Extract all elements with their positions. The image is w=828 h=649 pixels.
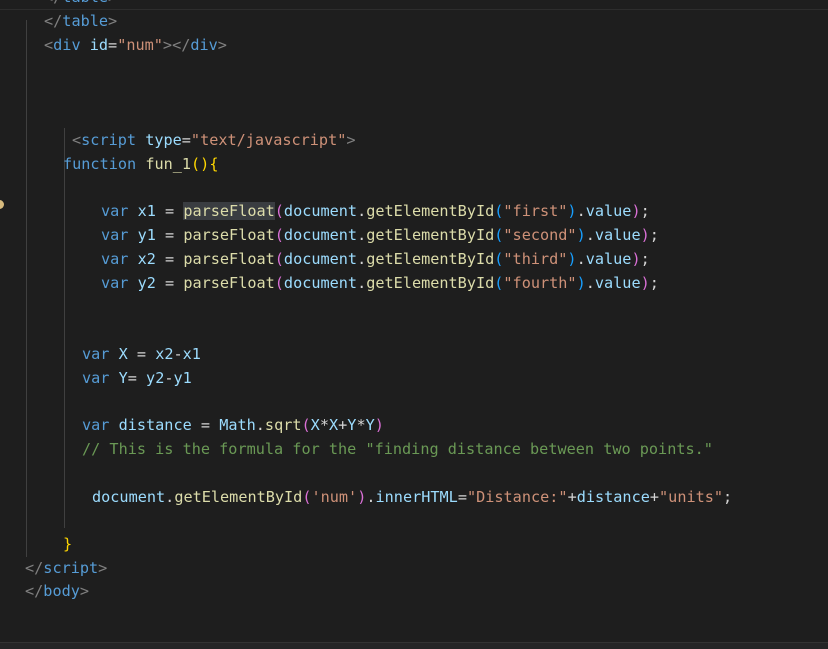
code-line-close-brace[interactable]: } — [63, 533, 72, 555]
code-line-clipped: </table> — [44, 0, 117, 6]
code-line-body-close[interactable]: </body> — [25, 580, 89, 602]
breakpoint-marker[interactable] — [0, 200, 4, 209]
code-line-var-X[interactable]: var X = x2-x1 — [82, 343, 201, 365]
code-line-var-Y[interactable]: var Y= y2-y1 — [82, 367, 192, 389]
code-line-var-distance[interactable]: var distance = Math.sqrt(X*X+Y*Y) — [82, 414, 384, 436]
indent-guide-outer — [26, 20, 27, 557]
code-line-comment[interactable]: // This is the formula for the "finding … — [82, 438, 713, 460]
code-line-var-y2[interactable]: var y2 = parseFloat(document.getElementB… — [101, 272, 659, 294]
indent-guide-script — [64, 128, 65, 528]
editor-top-edge: </table> — [0, 0, 828, 10]
code-line-div[interactable]: <div id="num"></div> — [44, 34, 227, 56]
code-line-table-close[interactable]: </table> — [44, 10, 117, 32]
code-line-var-x1[interactable]: var x1 = parseFloat(document.getElementB… — [101, 200, 650, 222]
code-line-var-x2[interactable]: var x2 = parseFloat(document.getElementB… — [101, 248, 650, 270]
code-line-function[interactable]: function fun_1(){ — [63, 153, 218, 175]
code-line-var-y1[interactable]: var y1 = parseFloat(document.getElementB… — [101, 224, 659, 246]
code-line-innerhtml[interactable]: document.getElementById('num').innerHTML… — [92, 486, 732, 508]
code-line-script-close[interactable]: </script> — [25, 557, 107, 579]
code-line-script-open[interactable]: <script type="text/javascript"> — [72, 129, 356, 151]
